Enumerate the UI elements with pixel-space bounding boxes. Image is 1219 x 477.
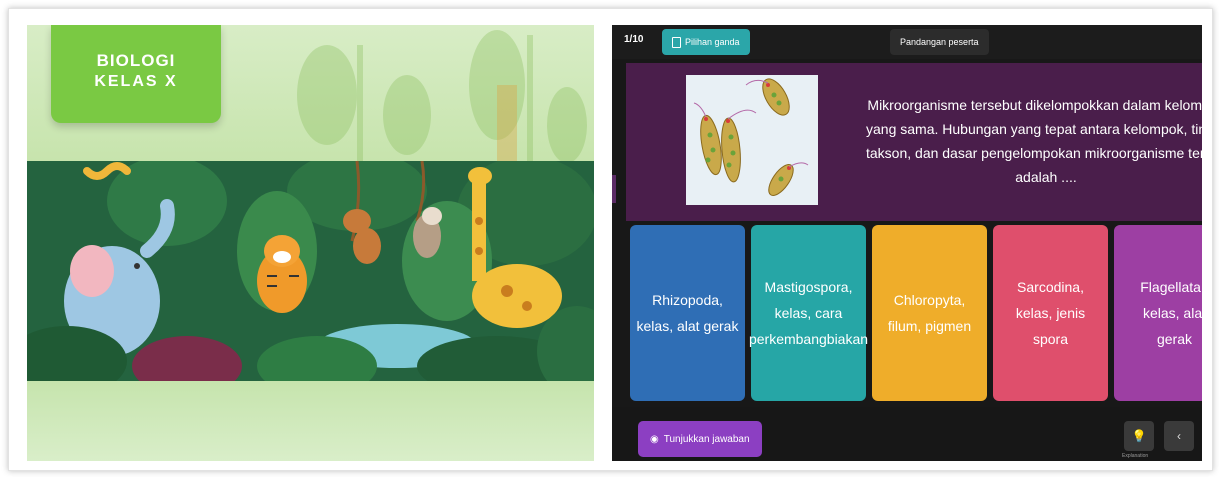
answer-option-c[interactable]: Chloropyta, filum, pigmen <box>872 225 987 401</box>
jungle-illustration <box>27 161 594 381</box>
answer-option-a[interactable]: Rhizopoda, kelas, alat gerak <box>630 225 745 401</box>
question-type-button[interactable]: Pilihan ganda <box>662 29 750 55</box>
lightbulb-icon: 💡 <box>1131 429 1147 443</box>
euglena-illustration <box>686 75 818 205</box>
side-scroll-indicator <box>612 175 616 203</box>
biology-slide: BIOLOGI KELAS X <box>27 25 594 461</box>
question-line: adalah .... <box>1015 169 1077 185</box>
answer-label: Rhizopoda, kelas, alat gerak <box>636 292 739 334</box>
question-counter: 1/10 <box>624 34 644 45</box>
slide-title-card: BIOLOGI KELAS X <box>51 25 221 123</box>
previous-button[interactable]: ‹ <box>1164 421 1194 451</box>
microorganism-image <box>686 75 818 205</box>
answer-label: Chloropyta, filum, pigmen <box>887 292 972 334</box>
question-line: Mikroorganisme tersebut dikelompokkan da… <box>867 97 1202 113</box>
participant-view-label: Pandangan peserta <box>900 37 979 47</box>
explanation-label: Explanation <box>1122 453 1149 459</box>
answer-label: Mastigospora, kelas, cara perkembangbiak… <box>748 279 869 347</box>
document-icon <box>672 36 681 48</box>
question-line: yang sama. Hubungan yang tepat antara ke… <box>866 121 1202 137</box>
quiz-topbar: 1/10 Pilihan ganda Pandangan peserta <box>612 25 1202 59</box>
eye-icon: ◉ <box>650 433 659 445</box>
explanation-button[interactable]: 💡 <box>1124 421 1154 451</box>
quiz-panel: 1/10 Pilihan ganda Pandangan peserta Mik… <box>612 25 1202 461</box>
answer-option-d[interactable]: Sarcodina, kelas, jenis spora <box>993 225 1108 401</box>
chevron-left-icon: ‹ <box>1177 429 1181 443</box>
slide-bottom-area <box>27 381 594 461</box>
slide-title-class: KELAS X <box>94 73 178 90</box>
show-answer-label: Tunjukkan jawaban <box>663 433 750 445</box>
question-type-label: Pilihan ganda <box>685 37 740 47</box>
answer-label: Flagellata,, kelas, alat gerak <box>1140 279 1202 347</box>
answer-option-b[interactable]: Mastigospora, kelas, cara perkembangbiak… <box>748 225 869 401</box>
question-text: Mikroorganisme tersebut dikelompokkan da… <box>866 93 1202 189</box>
answer-options: Rhizopoda, kelas, alat gerak Mastigospor… <box>630 225 1202 401</box>
answer-label: Sarcodina, kelas, jenis spora <box>1015 279 1086 347</box>
slide-title-subject: BIOLOGI <box>96 51 176 70</box>
participant-view-button[interactable]: Pandangan peserta <box>890 29 989 55</box>
jungle-scene <box>27 161 594 381</box>
question-area: Mikroorganisme tersebut dikelompokkan da… <box>626 63 1202 221</box>
question-line: takson, dan dasar pengelompokan mikroorg… <box>866 145 1202 161</box>
answer-option-e[interactable]: Flagellata,, kelas, alat gerak <box>1114 225 1202 401</box>
show-answer-button[interactable]: ◉ Tunjukkan jawaban <box>638 421 762 457</box>
panel-divider <box>596 25 610 461</box>
